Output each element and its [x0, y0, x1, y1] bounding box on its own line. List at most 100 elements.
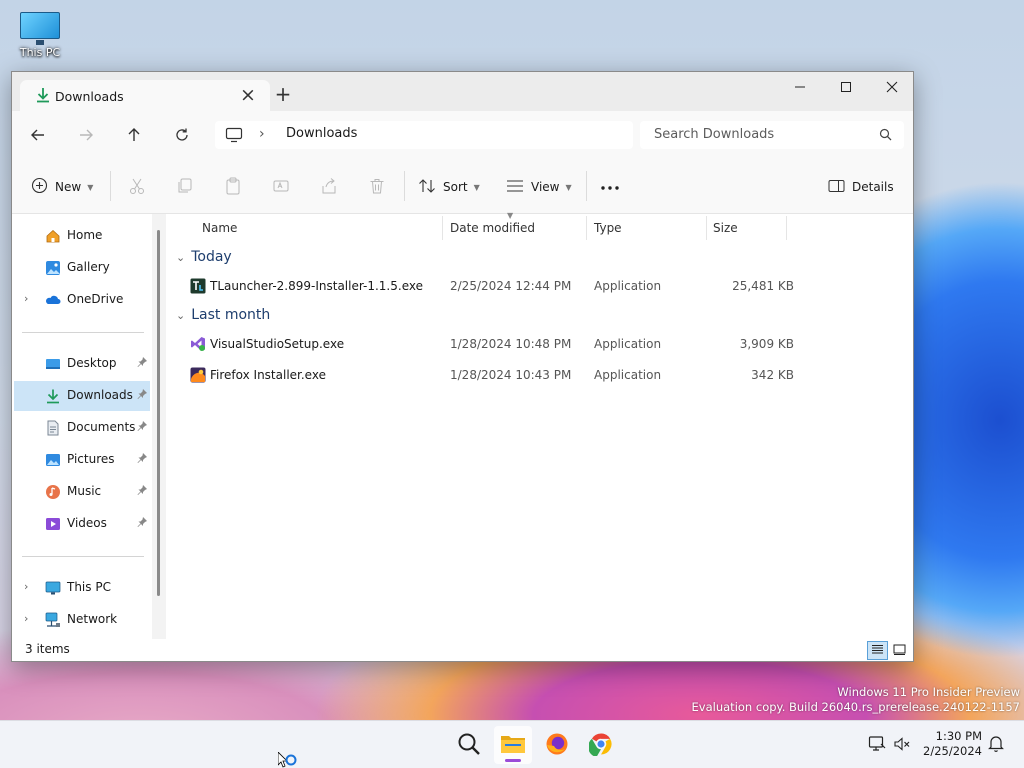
forward-button[interactable]	[71, 120, 101, 150]
system-clock[interactable]: 1:30 PM 2/25/2024	[912, 729, 982, 759]
videos-icon	[45, 516, 61, 532]
firefox-icon	[545, 732, 569, 759]
column-header-type[interactable]: Type	[594, 214, 706, 242]
pin-icon[interactable]	[136, 356, 148, 371]
desktop-icon-this-pc[interactable]: This PC	[12, 10, 68, 59]
divider	[404, 171, 405, 201]
chevron-right-icon[interactable]: ›	[24, 612, 28, 625]
address-location[interactable]: Downloads	[286, 126, 357, 141]
details-view-icon	[871, 644, 884, 658]
sidebar-item-onedrive[interactable]: › OneDrive	[14, 285, 150, 315]
sidebar-item-this-pc[interactable]: › This PC	[14, 573, 150, 603]
column-divider[interactable]	[706, 216, 707, 240]
pin-icon[interactable]	[136, 516, 148, 531]
chevron-right-icon[interactable]: ›	[24, 292, 28, 305]
sidebar-item-label: Network	[67, 612, 118, 626]
chevron-right-icon[interactable]: ›	[24, 580, 28, 593]
sidebar-item-desktop[interactable]: Desktop	[14, 349, 150, 379]
maximize-button[interactable]	[823, 72, 869, 102]
network-status-icon[interactable]	[868, 735, 886, 756]
details-label: Details	[852, 180, 894, 194]
monitor-icon	[225, 127, 243, 146]
taskbar-firefox[interactable]	[538, 726, 576, 764]
sidebar-item-documents[interactable]: Documents	[14, 413, 150, 443]
search-input[interactable]: Search Downloads	[640, 121, 904, 149]
more-options-button[interactable]	[600, 175, 620, 199]
sidebar-divider	[22, 556, 144, 557]
preview-view-icon	[893, 644, 906, 658]
details-pane-button[interactable]: Details	[828, 175, 894, 199]
up-button[interactable]	[119, 120, 149, 150]
copy-button[interactable]	[176, 175, 194, 199]
column-divider[interactable]	[786, 216, 787, 240]
sidebar-item-videos[interactable]: Videos	[14, 509, 150, 539]
group-header-last-month[interactable]: ⌄ Last month	[176, 304, 270, 326]
notification-bell-icon[interactable]	[988, 735, 1004, 755]
column-divider[interactable]	[586, 216, 587, 240]
close-button[interactable]	[869, 72, 915, 102]
delete-button[interactable]	[368, 175, 386, 199]
view-label: View	[531, 180, 560, 194]
column-divider[interactable]	[442, 216, 443, 240]
share-button[interactable]	[320, 175, 338, 199]
sidebar-scrollbar[interactable]	[152, 214, 166, 639]
group-header-today[interactable]: ⌄ Today	[176, 246, 232, 268]
tab-downloads[interactable]: Downloads ×	[20, 80, 270, 111]
view-lines-icon	[506, 179, 524, 196]
pin-icon[interactable]	[136, 452, 148, 467]
sidebar-divider	[22, 332, 144, 333]
tab-close-button[interactable]: ×	[235, 82, 261, 108]
taskbar-search-button[interactable]	[450, 726, 488, 764]
taskbar-chrome[interactable]	[582, 726, 620, 764]
scrollbar-thumb[interactable]	[157, 230, 160, 596]
sort-icon	[418, 178, 436, 197]
search-icon	[457, 732, 481, 759]
sidebar-item-label: Documents	[67, 420, 136, 434]
pin-icon[interactable]	[136, 484, 148, 499]
address-bar[interactable]: › Downloads	[215, 121, 633, 149]
column-header-date-modified[interactable]: Date modified	[450, 214, 586, 242]
download-arrow-icon	[36, 87, 50, 106]
title-bar: Downloads × +	[12, 72, 913, 111]
sidebar-item-label: Pictures	[67, 452, 115, 466]
sort-button[interactable]: Sort ▼	[418, 175, 480, 199]
sidebar-item-gallery[interactable]: Gallery	[14, 253, 150, 283]
new-button[interactable]: New ▼	[31, 175, 93, 199]
sidebar-item-label: Videos	[67, 516, 107, 530]
file-row[interactable]: Firefox Installer.exe 1/28/2024 10:43 PM…	[182, 362, 794, 388]
sidebar-item-pictures[interactable]: Pictures	[14, 445, 150, 475]
back-button[interactable]	[23, 120, 53, 150]
large-icons-view-button[interactable]	[889, 641, 910, 660]
sidebar-item-label: Music	[67, 484, 102, 498]
sidebar-item-music[interactable]: Music	[14, 477, 150, 507]
column-header-label: Size	[713, 221, 738, 235]
file-size: 342 KB	[751, 368, 794, 382]
minimize-button[interactable]	[777, 72, 823, 102]
taskbar-file-explorer[interactable]	[494, 726, 532, 764]
volume-muted-icon[interactable]	[893, 735, 911, 756]
pin-icon[interactable]	[136, 420, 148, 435]
file-row[interactable]: TLauncher-2.899-Installer-1.1.5.exe 2/25…	[182, 273, 794, 299]
build-watermark: Windows 11 Pro Insider Preview Evaluatio…	[692, 685, 1020, 715]
rename-button[interactable]	[272, 175, 290, 199]
tlauncher-icon	[190, 278, 206, 294]
sidebar-item-network[interactable]: › Network	[14, 605, 150, 635]
column-header-name[interactable]: Name	[202, 214, 442, 242]
command-bar: New ▼ Sort ▼ View ▼ Details	[12, 159, 913, 214]
item-count: 3 items	[25, 642, 70, 656]
cut-button[interactable]	[128, 175, 146, 199]
refresh-button[interactable]	[167, 120, 197, 150]
details-view-button[interactable]	[867, 641, 888, 660]
new-tab-button[interactable]: +	[270, 81, 296, 107]
pin-icon[interactable]	[136, 388, 148, 403]
sidebar-item-home[interactable]: Home	[14, 221, 150, 251]
search-placeholder: Search Downloads	[654, 127, 775, 142]
chevron-down-icon: ▼	[473, 182, 480, 192]
paste-button[interactable]	[224, 175, 242, 199]
search-icon	[879, 128, 892, 144]
file-row[interactable]: VisualStudioSetup.exe 1/28/2024 10:48 PM…	[182, 331, 794, 357]
sidebar-item-downloads[interactable]: Downloads	[14, 381, 150, 411]
view-button[interactable]: View ▼	[506, 175, 572, 199]
navigation-bar: › Downloads Search Downloads	[12, 111, 913, 159]
column-header-size[interactable]: Size	[713, 214, 785, 242]
